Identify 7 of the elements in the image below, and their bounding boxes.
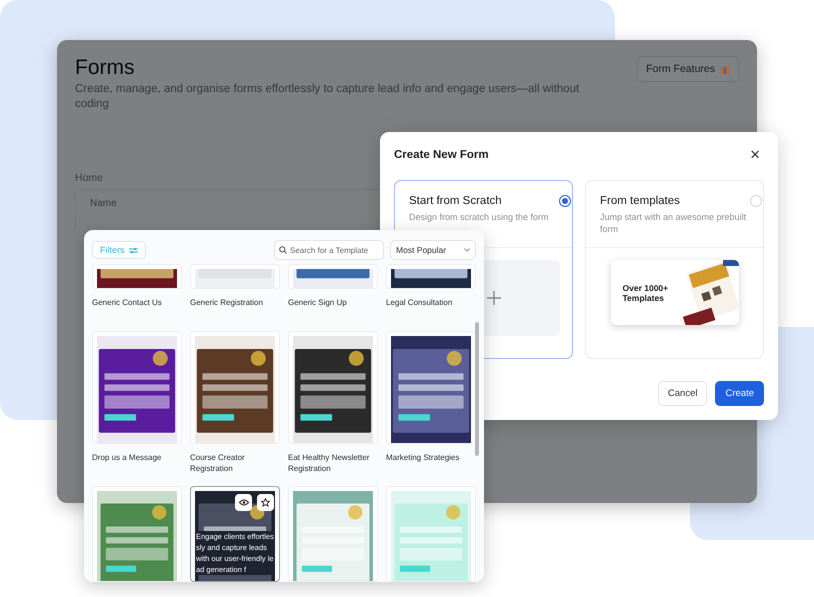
dialog-title: Create New Form <box>394 149 489 161</box>
page-subtitle: Create, manage, and organise forms effortlessly to capture lead info and engage users—all without coding <box>75 82 580 112</box>
option-title: From templates <box>600 195 681 207</box>
page-title: Forms <box>75 56 136 80</box>
option-description: Design from scratch using the form <box>409 211 550 223</box>
promo-text: Over 1000+ Templates <box>622 282 670 302</box>
option-title: Start from Scratch <box>409 195 503 207</box>
